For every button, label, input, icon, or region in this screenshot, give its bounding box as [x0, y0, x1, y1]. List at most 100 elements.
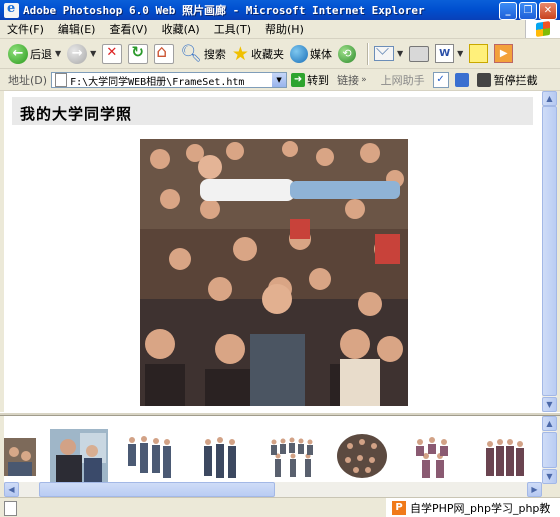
- standard-toolbar: ← 后退 ▼ → ▼ 🔍︎ 搜索 ★ 收藏夹 媒体 ⟲ ▼ W ▼: [0, 39, 560, 69]
- edit-button[interactable]: W ▼: [435, 44, 463, 63]
- thumbnail-6[interactable]: [336, 432, 388, 480]
- notes-icon: [469, 44, 489, 63]
- close-button[interactable]: ✕: [539, 2, 557, 20]
- address-bar: 地址(D) F:\大学同学WEB相册\FrameSet.htm ▼ ➜ 转到 链…: [0, 70, 560, 91]
- page-icon: [55, 73, 68, 87]
- search-icon: 🔍︎: [180, 43, 202, 64]
- back-button[interactable]: ← 后退 ▼: [8, 43, 61, 64]
- back-arrow-icon: ←: [8, 43, 28, 64]
- scroll-right-button[interactable]: ▶: [527, 482, 542, 497]
- toolbar-separator: [366, 42, 369, 65]
- mail-button[interactable]: ▼: [373, 46, 403, 61]
- home-button[interactable]: [154, 42, 175, 64]
- thumbnail-image: [4, 438, 36, 476]
- print-icon: [409, 45, 430, 62]
- main-vertical-scrollbar[interactable]: ▲ ▼: [542, 91, 557, 412]
- menu-help[interactable]: 帮助(H): [258, 21, 311, 37]
- back-label: 后退: [30, 47, 52, 61]
- helper-label[interactable]: 上网助手: [381, 72, 425, 88]
- thumbnail-8[interactable]: [482, 434, 528, 480]
- address-value[interactable]: F:\大学同学WEB相册\FrameSet.htm: [70, 73, 272, 88]
- stop-icon: [102, 43, 123, 64]
- thumb-scroll-up-button[interactable]: ▲: [542, 416, 557, 431]
- favorites-star-icon: ★: [231, 42, 249, 65]
- print-button[interactable]: [409, 45, 430, 62]
- menu-edit[interactable]: 编辑(E): [51, 21, 103, 37]
- favorites-button[interactable]: ★ 收藏夹: [232, 44, 284, 64]
- address-dropdown-icon[interactable]: ▼: [272, 73, 287, 87]
- thumbnail-image: [416, 437, 448, 478]
- edit-dropdown-icon[interactable]: ▼: [457, 49, 463, 58]
- thumbnail-image: [50, 429, 108, 482]
- thumbnail-frame: [4, 416, 542, 484]
- restore-button[interactable]: ❐: [519, 2, 537, 20]
- stop-button[interactable]: [102, 43, 123, 64]
- forward-dropdown-icon[interactable]: ▼: [90, 49, 96, 58]
- thumbnail-4[interactable]: [200, 436, 240, 480]
- address-label: 地址(D): [8, 74, 48, 87]
- main-photo: [140, 139, 408, 406]
- window-controls: _ ❐ ✕: [499, 2, 557, 20]
- thumbnail-2[interactable]: [50, 429, 108, 482]
- thumbnail-7[interactable]: [410, 434, 456, 480]
- thumbnail-5[interactable]: [268, 436, 318, 480]
- thumbnail-1[interactable]: [4, 438, 36, 476]
- block-icon: [476, 73, 491, 87]
- menu-view[interactable]: 查看(V): [102, 21, 154, 37]
- status-bar: P 自学PHP网_php学习_php教: [0, 497, 560, 517]
- thumbnail-image: [271, 437, 313, 477]
- crowd-photo-image: [140, 139, 408, 406]
- window-title: Adobe Photoshop 6.0 Web 照片画廊 - Microsoft…: [23, 4, 425, 17]
- heading-band: 我的大学同学照: [12, 97, 533, 125]
- menu-bar: 文件(F) 编辑(E) 查看(V) 收藏(A) 工具(T) 帮助(H): [0, 20, 560, 39]
- block-label[interactable]: 暂停拦截: [494, 72, 538, 88]
- mail-icon: [373, 46, 394, 61]
- media-button[interactable]: 媒体: [289, 44, 332, 63]
- links-chevron-icon[interactable]: »: [361, 75, 367, 85]
- thumbnail-horizontal-scrollbar[interactable]: ◀ ▶: [4, 482, 542, 497]
- notes-button[interactable]: [469, 44, 489, 63]
- menu-file[interactable]: 文件(F): [0, 21, 51, 37]
- refresh-icon: [128, 43, 149, 64]
- mail-dropdown-icon[interactable]: ▼: [397, 49, 403, 58]
- forward-arrow-icon: →: [67, 43, 88, 64]
- history-button[interactable]: ⟲: [337, 44, 356, 63]
- go-arrow-icon: ➜: [291, 73, 306, 87]
- menu-tools[interactable]: 工具(T): [207, 21, 258, 37]
- thumbnail-image: [337, 434, 387, 478]
- ie-icon: [4, 1, 19, 18]
- horizontal-scroll-thumb[interactable]: [39, 482, 275, 497]
- menu-favorites[interactable]: 收藏(A): [155, 21, 207, 37]
- search-label: 搜索: [203, 47, 226, 61]
- go-button[interactable]: ➜ 转到: [291, 72, 329, 88]
- thumb-scroll-down-button[interactable]: ▼: [542, 469, 557, 484]
- thumbnail-3[interactable]: [124, 434, 174, 480]
- back-dropdown-icon[interactable]: ▼: [55, 49, 61, 58]
- title-bar: Adobe Photoshop 6.0 Web 照片画廊 - Microsoft…: [0, 0, 560, 20]
- media-globe-icon: [289, 44, 308, 63]
- thumbnail-vertical-scrollbar[interactable]: ▲ ▼: [542, 416, 557, 484]
- address-input[interactable]: F:\大学同学WEB相册\FrameSet.htm ▼: [51, 72, 288, 88]
- scroll-thumb[interactable]: [542, 106, 557, 396]
- scroll-left-button[interactable]: ◀: [4, 482, 19, 497]
- media-label: 媒体: [309, 47, 332, 61]
- scroll-down-button[interactable]: ▼: [542, 397, 557, 412]
- search-button[interactable]: 🔍︎ 搜索: [180, 44, 226, 64]
- scroll-up-button[interactable]: ▲: [542, 91, 557, 106]
- helper-check-icon[interactable]: ✓: [432, 72, 449, 88]
- thumb-scroll-thumb[interactable]: [542, 432, 557, 468]
- favorites-label: 收藏夹: [250, 47, 284, 61]
- thumbnail-image: [128, 436, 171, 478]
- popup-icon[interactable]: [454, 73, 469, 87]
- forward-button[interactable]: → ▼: [67, 43, 96, 64]
- site-watermark: P 自学PHP网_php学习_php教: [386, 498, 560, 517]
- minimize-button[interactable]: _: [499, 2, 517, 20]
- refresh-button[interactable]: [128, 43, 149, 64]
- main-frame: 我的大学同学照: [4, 91, 542, 412]
- thumbnail-image: [486, 439, 524, 476]
- messenger-button[interactable]: ▶: [494, 44, 514, 63]
- windows-logo-icon: [525, 20, 560, 38]
- links-label[interactable]: 链接: [337, 72, 359, 88]
- status-page-icon: [4, 501, 17, 516]
- thumbnail-image: [204, 437, 236, 478]
